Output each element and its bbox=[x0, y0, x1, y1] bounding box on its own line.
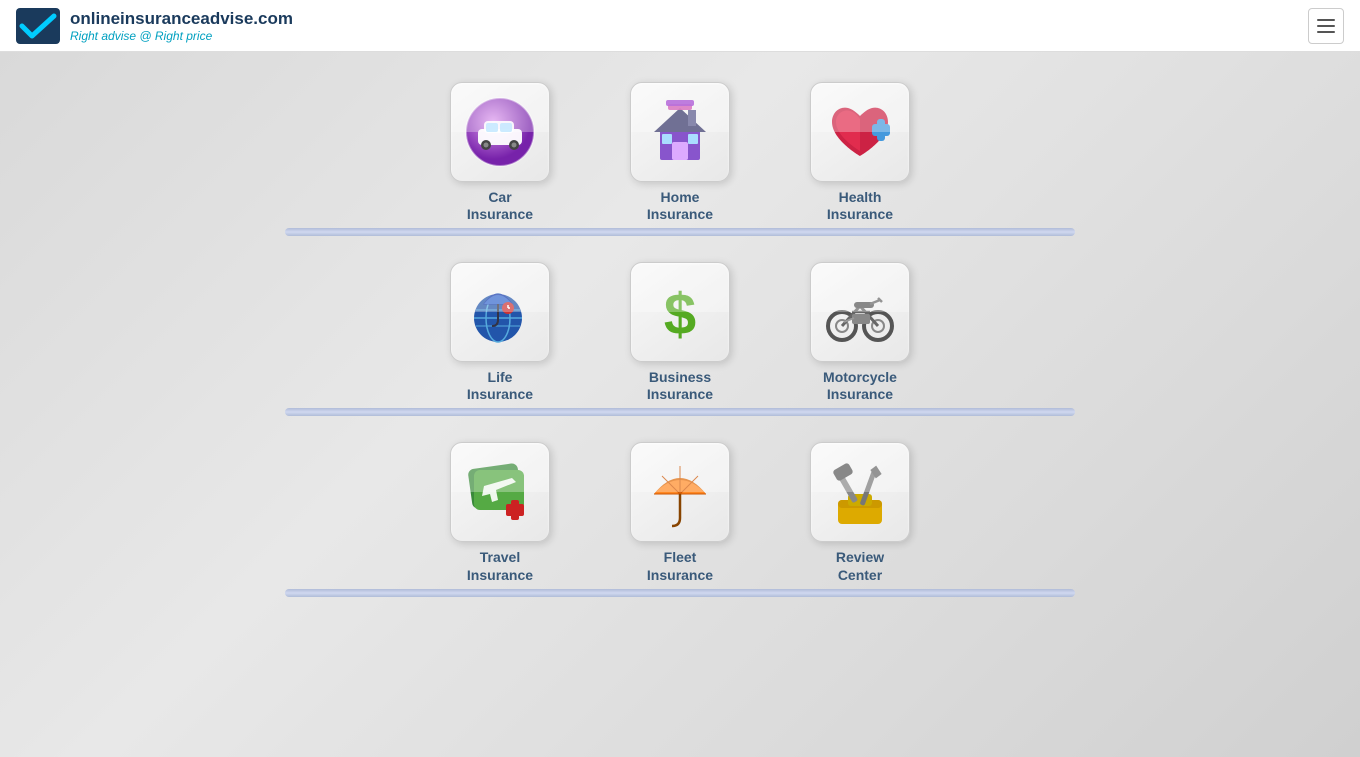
logo-text: onlineinsuranceadvise.com Right advise @… bbox=[70, 9, 293, 43]
motorcycle-insurance-card[interactable]: Motorcycle Insurance bbox=[800, 262, 920, 402]
hamburger-line-3 bbox=[1317, 31, 1335, 33]
health-label-line1: Health bbox=[839, 188, 882, 206]
motorcycle-label-line2: Insurance bbox=[827, 386, 893, 402]
main-content: Car Insurance bbox=[0, 52, 1360, 623]
row-3-cards: Travel Insurance bbox=[440, 442, 920, 582]
home-label-line2: Insurance bbox=[647, 206, 713, 222]
hamburger-line-1 bbox=[1317, 19, 1335, 21]
life-label-line2: Insurance bbox=[467, 386, 533, 402]
home-icon bbox=[644, 96, 716, 168]
business-label-line1: Business bbox=[649, 368, 711, 386]
travel-insurance-card[interactable]: Travel Insurance bbox=[440, 442, 560, 582]
review-icon bbox=[824, 456, 896, 528]
car-icon-box bbox=[450, 82, 550, 182]
row-1-cards: Car Insurance bbox=[440, 82, 920, 222]
car-icon bbox=[464, 96, 536, 168]
travel-label-line2: Insurance bbox=[467, 567, 533, 583]
travel-icon bbox=[464, 456, 536, 528]
business-icon: $ bbox=[644, 276, 716, 348]
insurance-row-2: Life Insurance $ Business Insurance bbox=[285, 262, 1075, 422]
logo-title: onlineinsuranceadvise.com bbox=[70, 9, 293, 29]
logo-icon bbox=[16, 8, 60, 44]
hamburger-line-2 bbox=[1317, 25, 1335, 27]
home-label-line1: Home bbox=[661, 188, 700, 206]
review-label-line1: Review bbox=[836, 548, 884, 566]
fleet-icon bbox=[644, 456, 716, 528]
logo-subtitle: Right advise @ Right price bbox=[70, 29, 293, 43]
travel-label-line1: Travel bbox=[480, 548, 520, 566]
review-label-line2: Center bbox=[838, 567, 882, 583]
insurance-row-3: Travel Insurance bbox=[285, 442, 1075, 602]
logo-area: onlineinsuranceadvise.com Right advise @… bbox=[16, 8, 293, 44]
fleet-label-line1: Fleet bbox=[664, 548, 697, 566]
car-label-line2: Insurance bbox=[467, 206, 533, 222]
insurance-row-1: Car Insurance bbox=[285, 82, 1075, 242]
hamburger-button[interactable] bbox=[1308, 8, 1344, 44]
life-label-line1: Life bbox=[488, 368, 513, 386]
health-insurance-card[interactable]: Health Insurance bbox=[800, 82, 920, 222]
motorcycle-label-line1: Motorcycle bbox=[823, 368, 897, 386]
motorcycle-icon-box bbox=[810, 262, 910, 362]
life-icon-box bbox=[450, 262, 550, 362]
life-icon bbox=[464, 276, 536, 348]
car-insurance-card[interactable]: Car Insurance bbox=[440, 82, 560, 222]
home-icon-box bbox=[630, 82, 730, 182]
health-icon-box bbox=[810, 82, 910, 182]
fleet-insurance-card[interactable]: Fleet Insurance bbox=[620, 442, 740, 582]
review-icon-box bbox=[810, 442, 910, 542]
fleet-icon-box bbox=[630, 442, 730, 542]
business-label-line2: Insurance bbox=[647, 386, 713, 402]
divider-3 bbox=[285, 589, 1075, 597]
svg-text:$: $ bbox=[664, 282, 696, 347]
business-icon-box: $ bbox=[630, 262, 730, 362]
health-icon bbox=[824, 96, 896, 168]
divider-2 bbox=[285, 408, 1075, 416]
divider-1 bbox=[285, 228, 1075, 236]
health-label-line2: Insurance bbox=[827, 206, 893, 222]
header: onlineinsuranceadvise.com Right advise @… bbox=[0, 0, 1360, 52]
business-insurance-card[interactable]: $ Business Insurance bbox=[620, 262, 740, 402]
row-2-cards: Life Insurance $ Business Insurance bbox=[440, 262, 920, 402]
review-center-card[interactable]: Review Center bbox=[800, 442, 920, 582]
motorcycle-icon bbox=[824, 276, 896, 348]
fleet-label-line2: Insurance bbox=[647, 567, 713, 583]
life-insurance-card[interactable]: Life Insurance bbox=[440, 262, 560, 402]
car-label-line1: Car bbox=[488, 188, 511, 206]
travel-icon-box bbox=[450, 442, 550, 542]
home-insurance-card[interactable]: Home Insurance bbox=[620, 82, 740, 222]
